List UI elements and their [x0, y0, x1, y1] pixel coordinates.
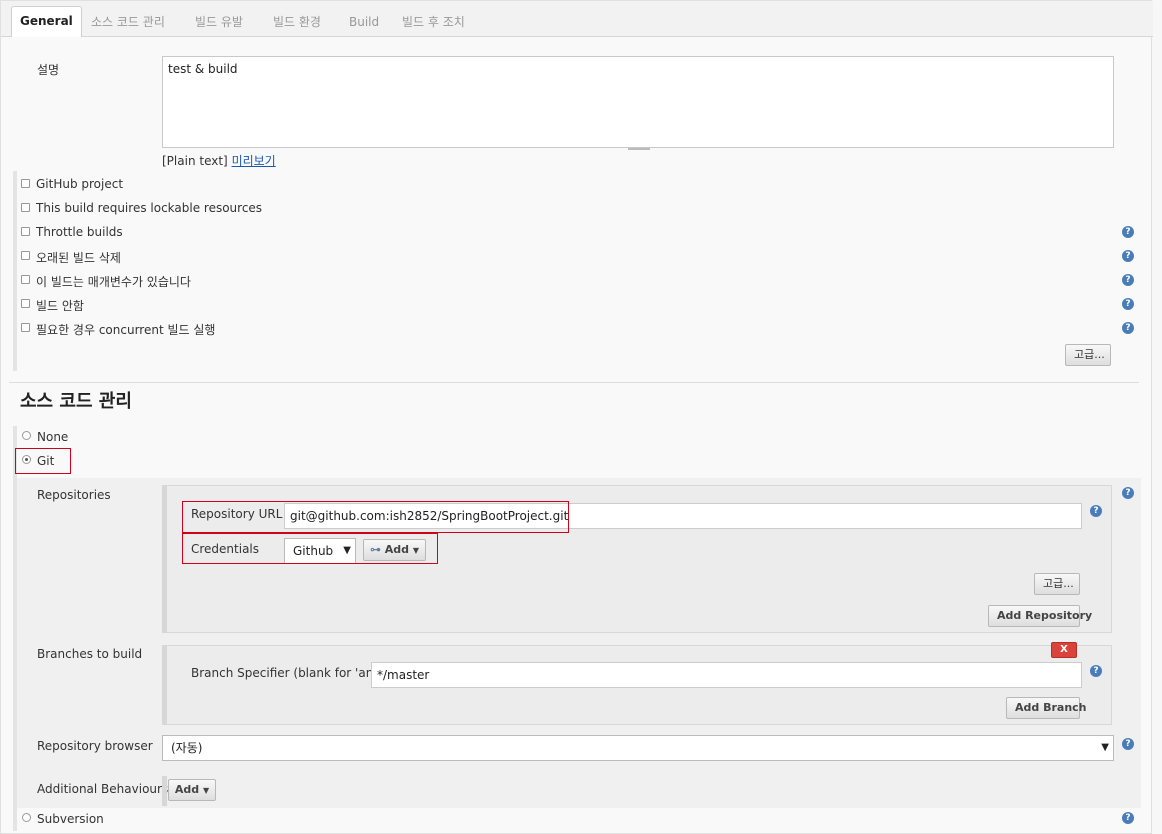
general-advanced-button[interactable]: 고급... — [1065, 344, 1111, 366]
scm-git-radio[interactable] — [22, 455, 31, 464]
tab-build-triggers[interactable]: 빌드 유발 — [187, 10, 251, 36]
scm-subversion-label: Subversion — [37, 812, 104, 826]
section-divider — [9, 382, 1139, 383]
delete-branch-button[interactable]: X — [1051, 642, 1077, 658]
general-options-bar — [13, 171, 17, 371]
chevron-down-icon: ▼ — [202, 786, 210, 795]
preview-link[interactable]: 미리보기 — [232, 154, 276, 168]
scm-none-radio[interactable] — [22, 431, 31, 440]
parameterized-checkbox[interactable] — [21, 275, 30, 284]
scm-section-title: 소스 코드 관리 — [20, 391, 132, 412]
lockable-resources-checkbox[interactable] — [21, 203, 30, 212]
branch-specifier-label: Branch Specifier (blank for 'any') — [191, 666, 389, 680]
throttle-builds-label: Throttle builds — [36, 225, 123, 239]
discard-old-builds-label: 오래된 빌드 삭제 — [36, 251, 121, 265]
plain-text-label: [Plain text] — [162, 154, 228, 168]
parameterized-label: 이 빌드는 매개변수가 있습니다 — [36, 275, 191, 289]
help-icon[interactable]: ? — [1090, 505, 1102, 517]
help-icon[interactable]: ? — [1090, 665, 1102, 677]
add-label: Add — [174, 783, 200, 796]
throttle-builds-checkbox[interactable] — [21, 227, 30, 236]
description-label: 설명 — [37, 63, 60, 77]
add-repository-button[interactable]: Add Repository — [988, 605, 1092, 627]
help-icon[interactable]: ? — [1122, 226, 1134, 238]
help-icon[interactable]: ? — [1122, 250, 1134, 262]
help-icon[interactable]: ? — [1122, 322, 1134, 334]
repository-browser-label: Repository browser — [37, 739, 153, 753]
help-icon[interactable]: ? — [1122, 738, 1134, 750]
disable-build-label: 빌드 안함 — [36, 299, 84, 313]
repositories-label: Repositories — [37, 488, 111, 502]
tab-general[interactable]: General — [11, 6, 82, 37]
scm-git-label: Git — [37, 454, 55, 468]
help-icon[interactable]: ? — [1122, 274, 1134, 286]
description-textarea[interactable] — [162, 56, 1114, 148]
discard-old-builds-checkbox[interactable] — [21, 251, 30, 260]
github-project-label: GitHub project — [36, 177, 124, 191]
concurrent-builds-label: 필요한 경우 concurrent 빌드 실행 — [36, 323, 216, 337]
repository-browser-select[interactable]: (자동) ▼ — [162, 735, 1114, 761]
add-branch-button[interactable]: Add Branch — [1006, 697, 1087, 719]
tab-post-build-actions[interactable]: 빌드 후 조치 — [394, 10, 473, 36]
repository-browser-value: (자동) — [171, 741, 203, 755]
config-frame: General 소스 코드 관리 빌드 유발 빌드 환경 Build 빌드 후 … — [0, 0, 1153, 834]
tab-bar: General 소스 코드 관리 빌드 유발 빌드 환경 Build 빌드 후 … — [1, 1, 1153, 37]
credentials-highlight-box — [182, 533, 438, 564]
lockable-resources-label: This build requires lockable resources — [36, 201, 263, 215]
repository-advanced-button[interactable]: 고급... — [1034, 573, 1080, 595]
resize-grip[interactable] — [628, 148, 650, 150]
chevron-down-icon: ▼ — [1101, 742, 1109, 753]
branch-specifier-input[interactable]: */master — [371, 662, 1082, 688]
concurrent-builds-checkbox[interactable] — [21, 323, 30, 332]
tab-build-environment[interactable]: 빌드 환경 — [265, 10, 329, 36]
repository-url-highlight-box — [182, 501, 569, 533]
additional-behaviours-label: Additional Behaviours — [37, 782, 169, 796]
help-icon[interactable]: ? — [1122, 487, 1134, 499]
description-format-row: [Plain text] 미리보기 — [162, 152, 276, 169]
scm-none-label: None — [37, 430, 69, 444]
tab-source-code-management[interactable]: 소스 코드 관리 — [83, 10, 173, 36]
disable-build-checkbox[interactable] — [21, 299, 30, 308]
tab-build[interactable]: Build — [341, 10, 387, 36]
scm-subversion-radio[interactable] — [22, 813, 31, 822]
help-icon[interactable]: ? — [1122, 298, 1134, 310]
branches-label: Branches to build — [37, 647, 143, 661]
help-icon[interactable]: ? — [1122, 812, 1134, 824]
additional-behaviours-add-button[interactable]: Add ▼ — [168, 779, 216, 801]
github-project-checkbox[interactable] — [21, 179, 30, 188]
